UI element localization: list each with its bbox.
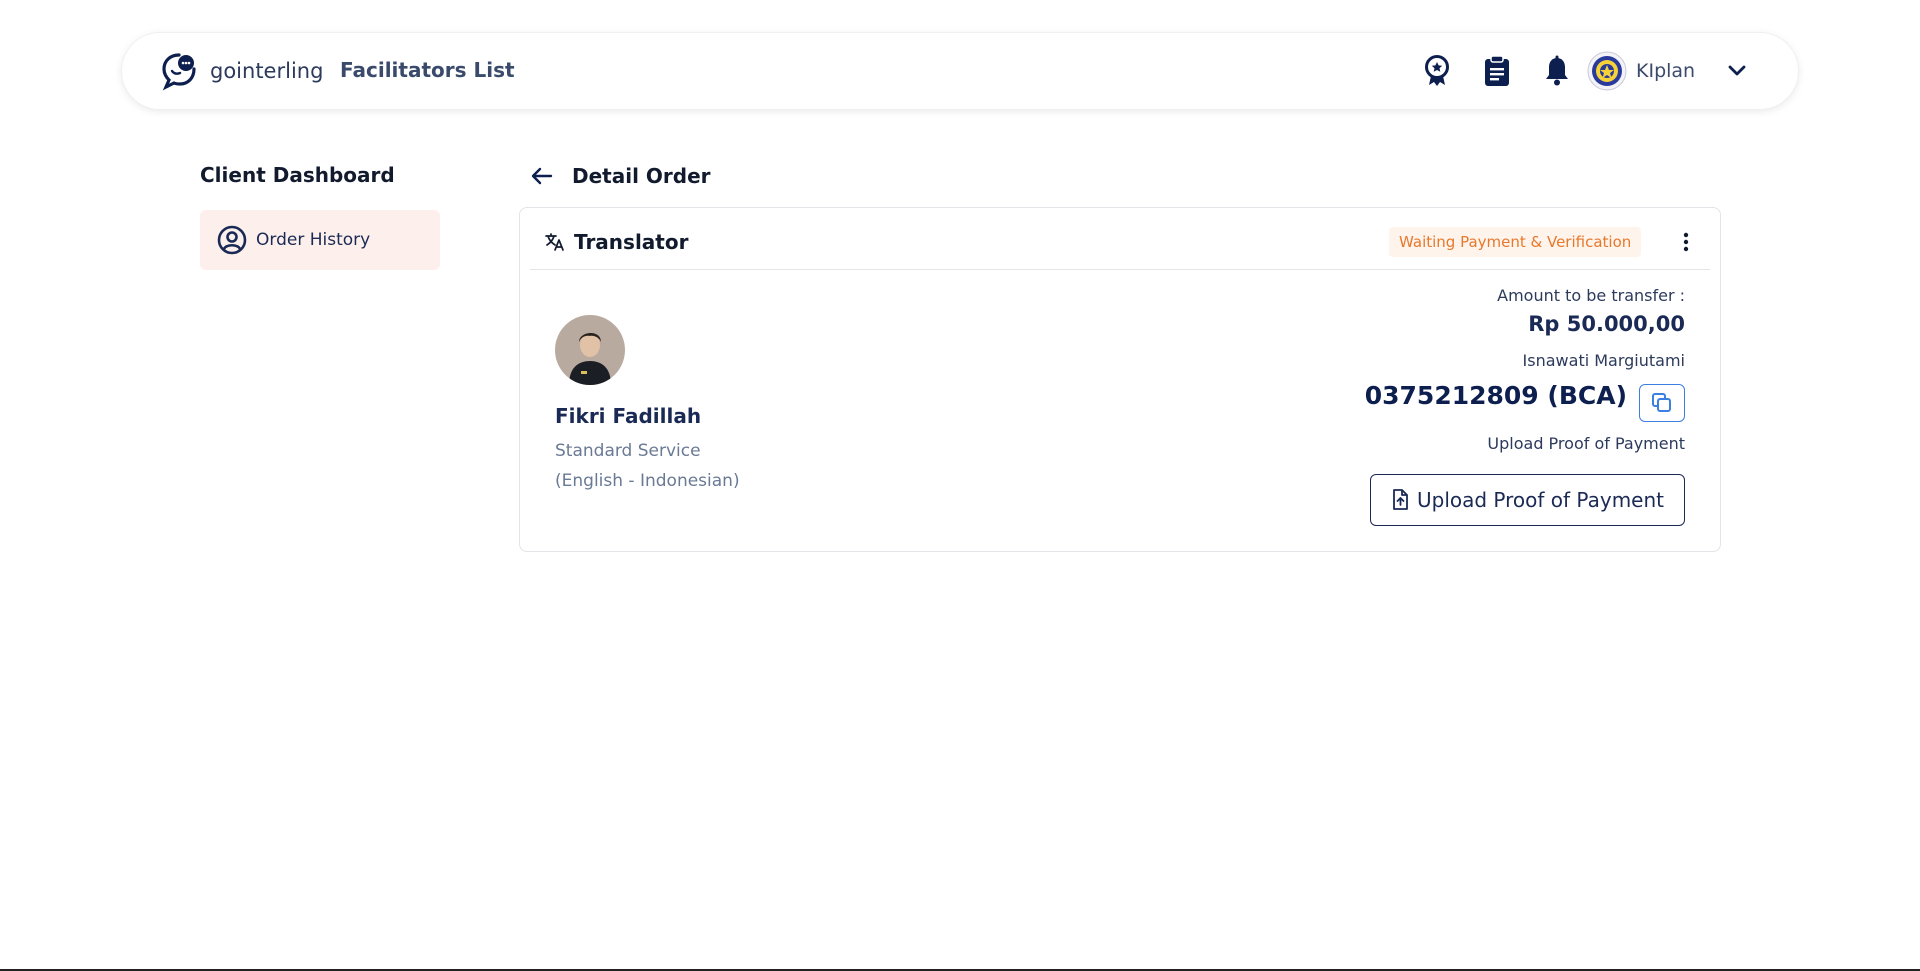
notifications-button[interactable] [1535,49,1579,93]
language-pair: (English - Indonesian) [555,471,740,491]
account-holder: Isnawati Margiutami [1522,351,1685,370]
top-navbar: gointerling Facilitators List KIplan [121,32,1799,110]
facilitator-avatar [555,315,625,385]
copy-account-button[interactable] [1639,384,1685,422]
back-button[interactable] [527,164,557,188]
account-number: 0375212809 (BCA) [1364,381,1627,410]
clipboard-icon [1485,55,1509,86]
sidebar-title: Client Dashboard [200,163,395,187]
user-menu-toggle[interactable] [1723,57,1751,85]
brand-name: gointerling [210,59,324,83]
order-card-header: Translator Waiting Payment & Verificatio… [530,208,1710,270]
copy-icon [1652,393,1671,412]
more-vertical-icon [1683,232,1689,252]
award-button[interactable] [1415,49,1459,93]
orders-button[interactable] [1475,49,1519,93]
user-circle-icon [217,225,247,255]
order-card: Translator Waiting Payment & Verificatio… [519,207,1721,552]
chevron-down-icon [1728,65,1746,76]
amount-value: Rp 50.000,00 [1528,312,1685,336]
nav-link-facilitators-list[interactable]: Facilitators List [340,58,515,82]
status-badge: Waiting Payment & Verification [1389,227,1642,257]
award-icon [1425,55,1449,86]
upload-proof-label: Upload Proof of Payment [1487,434,1685,453]
upload-proof-button[interactable]: Upload Proof of Payment [1370,474,1685,526]
service-type: Translator [574,230,689,254]
sidebar-item-order-history[interactable]: Order History [200,210,440,270]
brand-logo-icon [162,53,196,91]
user-name[interactable]: KIplan [1636,60,1695,82]
upload-button-label: Upload Proof of Payment [1417,488,1664,512]
brand[interactable]: gointerling [159,51,323,91]
nav-icons: KIplan [1415,49,1751,93]
more-options-button[interactable] [1673,229,1699,255]
bell-icon [1546,55,1568,86]
sidebar-item-label: Order History [256,230,371,250]
page-title: Detail Order [572,164,711,188]
arrow-left-icon [531,167,553,185]
user-avatar[interactable] [1587,51,1627,91]
service-level: Standard Service [555,441,701,461]
translate-icon [545,233,564,251]
file-upload-icon [1393,489,1408,510]
amount-label: Amount to be transfer : [1497,286,1685,305]
facilitator-name: Fikri Fadillah [555,404,702,428]
